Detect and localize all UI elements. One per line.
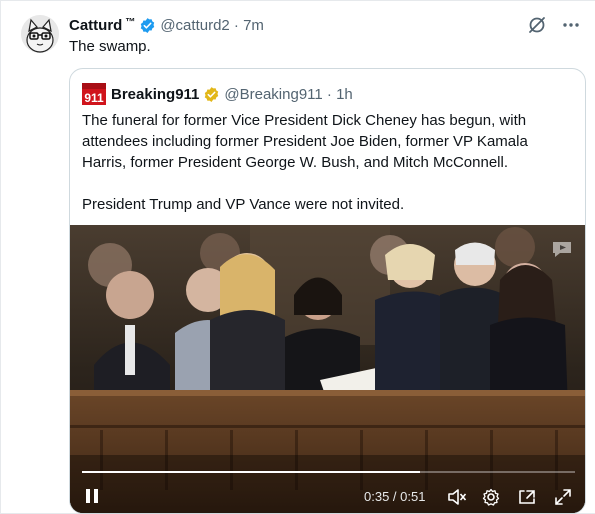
video-controls: 0:35 / 0:51 <box>70 463 585 513</box>
control-row: 0:35 / 0:51 <box>70 485 585 509</box>
author-handle-time[interactable]: @catturd2 · 7m <box>160 17 264 34</box>
mute-icon[interactable] <box>447 488 467 506</box>
progress-fill <box>82 471 421 473</box>
pop-out-icon[interactable] <box>517 488 537 506</box>
quote-author-name[interactable]: Breaking911 <box>111 86 199 103</box>
quote-paragraph: President Trump and VP Vance were not in… <box>82 196 405 213</box>
avatar[interactable] <box>21 15 59 53</box>
pause-icon[interactable] <box>84 487 100 505</box>
breaking911-logo[interactable]: 911 <box>82 83 106 105</box>
grok-icon[interactable] <box>527 15 547 35</box>
tweet-text: The swamp. <box>69 38 151 55</box>
progress-bar[interactable] <box>82 471 575 473</box>
trademark-mark: ™ <box>125 16 136 28</box>
video-player[interactable]: 0:35 / 0:51 <box>70 225 585 513</box>
top-actions <box>527 15 581 35</box>
cat-avatar-icon <box>21 15 59 53</box>
time-display: 0:35 / 0:51 <box>364 489 426 504</box>
more-icon[interactable] <box>561 15 581 35</box>
author-name[interactable]: Catturd <box>69 17 122 34</box>
quote-paragraph: The funeral for former Vice President Di… <box>82 112 528 171</box>
quote-text: The funeral for former Vice President Di… <box>82 110 576 236</box>
verified-gold-badge-icon <box>205 86 219 102</box>
fullscreen-icon[interactable] <box>554 488 572 506</box>
quote-author-handle-time[interactable]: @Breaking911 · 1h <box>224 86 352 103</box>
settings-icon[interactable] <box>482 488 500 506</box>
watermark-icon <box>553 242 571 257</box>
svg-text:911: 911 <box>84 91 104 105</box>
tweet-card[interactable]: Catturd ™ @catturd2 · 7m The swamp. 911 … <box>0 0 595 514</box>
tweet-header: Catturd ™ @catturd2 · 7m <box>69 15 264 35</box>
verified-badge-icon <box>141 17 155 33</box>
quoted-tweet[interactable]: 911 Breaking911 @Breaking911 · 1h The fu… <box>69 68 586 514</box>
quote-header: 911 Breaking911 @Breaking911 · 1h <box>82 83 353 105</box>
